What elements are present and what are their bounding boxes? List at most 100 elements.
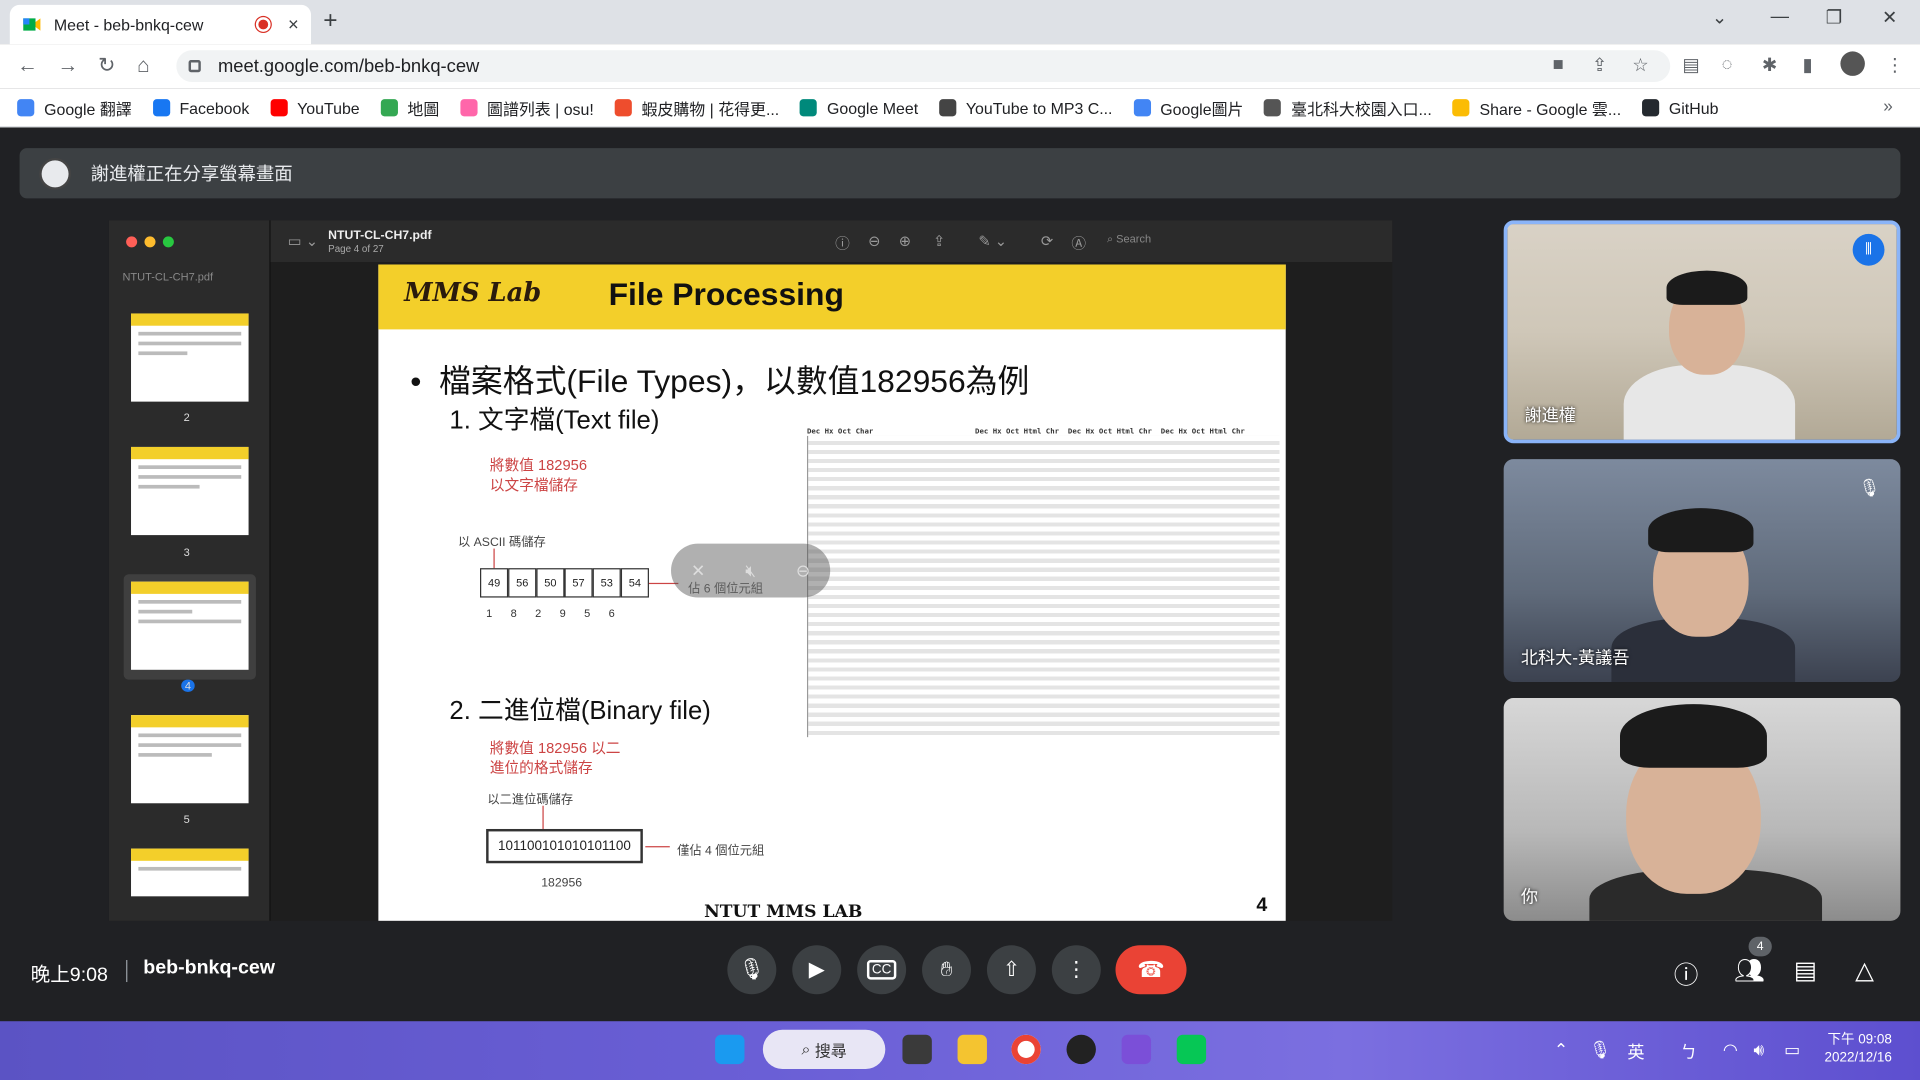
recording-icon [256, 17, 271, 32]
bookmark-favicon-icon [800, 99, 818, 117]
share-icon[interactable]: ⇪ [1592, 54, 1607, 76]
taskbar-time: 下午 09:08 [1827, 1032, 1892, 1047]
page-thumbnail[interactable] [131, 446, 249, 536]
raise-hand-button[interactable]: ✋︎ [922, 945, 972, 995]
mute-icon[interactable]: 🔇︎ [745, 560, 756, 581]
tab-close-icon[interactable]: × [288, 14, 299, 35]
pin-icon[interactable]: ✕ [691, 560, 705, 581]
minimize-icon[interactable]: — [1771, 6, 1789, 27]
home-icon[interactable]: ⌂ [137, 54, 150, 78]
bookmark-item[interactable]: Google圖片 [1133, 96, 1243, 119]
bookmark-item[interactable]: 地圖 [380, 96, 439, 119]
osu-icon[interactable] [1066, 1034, 1096, 1065]
ascii-digits: 1 8 2 9 5 6 [486, 607, 615, 619]
bookmark-item[interactable]: YouTube to MP3 C... [938, 99, 1112, 117]
slide-footer: NTUT MMS LAB [704, 902, 863, 923]
start-icon[interactable] [715, 1034, 745, 1065]
file-explorer-icon[interactable] [957, 1034, 987, 1065]
star-icon[interactable]: ☆ [1632, 54, 1648, 76]
visual-studio-icon[interactable] [1121, 1034, 1152, 1065]
line-icon[interactable] [1176, 1034, 1207, 1065]
bookmark-item[interactable]: 蝦皮購物 | 花得更... [614, 96, 779, 119]
annotate-icon[interactable]: Ⓐ [1071, 233, 1086, 254]
page-thumbnail[interactable] [131, 848, 249, 897]
bookmark-item[interactable]: 臺北科大校園入口... [1264, 96, 1432, 119]
page-thumbnail[interactable] [131, 581, 249, 670]
participant-tile[interactable]: 你 [1503, 697, 1901, 921]
tray-chevron-icon[interactable]: ⌃ [1554, 1040, 1568, 1061]
ime-mode-indicator[interactable]: ㄅ [1680, 1040, 1697, 1064]
back-icon[interactable]: ← [17, 54, 38, 78]
ime-indicator[interactable]: 英 [1627, 1040, 1644, 1064]
minimize-dot-icon [144, 236, 156, 248]
participant-tile[interactable]: 謝進權 [1503, 220, 1901, 444]
taskbar-date: 2022/12/16 [1824, 1050, 1892, 1066]
tab-meet[interactable]: Meet - beb-bnkq-cew × [9, 4, 312, 45]
zoom-in-icon[interactable]: ⊕ [899, 233, 911, 250]
address-bar[interactable]: meet.google.com/beb-bnkq-cew [176, 50, 1671, 83]
bookmark-item[interactable]: Facebook [152, 99, 249, 117]
maximize-icon[interactable]: ❐ [1826, 6, 1842, 28]
tab-search-icon[interactable]: ⌄ [1712, 6, 1727, 28]
remove-icon[interactable]: ⊖ [796, 560, 810, 581]
present-button[interactable]: ⇧ [986, 945, 1036, 995]
volume-icon[interactable]: 🔊︎ [1753, 1040, 1764, 1061]
zoom-out-icon[interactable]: ⊖ [868, 233, 880, 250]
battery-icon[interactable]: ▭ [1784, 1040, 1800, 1061]
more-bookmarks-icon[interactable]: » [1883, 96, 1893, 116]
participant-name: 謝進權 [1524, 405, 1576, 425]
task-view-icon[interactable] [902, 1034, 932, 1065]
markup-icon[interactable]: ✎ ⌄ [978, 233, 1007, 250]
tray-mic-icon[interactable]: 🎙︎ [1589, 1040, 1611, 1061]
bookmark-item[interactable]: 圖譜列表 | osu! [460, 96, 594, 119]
search-field[interactable]: ⌕ Search [1107, 233, 1151, 246]
camera-button[interactable]: ▶ [792, 945, 842, 995]
participant-name: 北科大-黃議吾 [1520, 647, 1630, 668]
slide-page-number: 4 [1256, 895, 1268, 916]
chrome-icon[interactable] [1011, 1034, 1041, 1065]
bookmark-item[interactable]: Share - Google 雲... [1452, 96, 1621, 119]
reader-icon[interactable]: ▤ [1682, 54, 1699, 76]
ascii-cell: 56 [508, 568, 537, 598]
page-thumbnail[interactable] [131, 313, 249, 402]
chat-button[interactable]: ▤ [1794, 955, 1817, 986]
ascii-label: 以 ASCII 碼儲存 [457, 536, 546, 550]
person-hair [1666, 270, 1748, 305]
rotate-icon[interactable]: ⟳ [1041, 233, 1053, 250]
taskbar-clock[interactable]: 下午 09:08 2022/12/16 [1824, 1031, 1891, 1068]
forward-icon[interactable]: → [58, 54, 79, 78]
note-text-file: 將數值 182956 以文字檔儲存 [489, 456, 588, 494]
slide-logo: MMS Lab [404, 276, 542, 308]
bookmark-item[interactable]: YouTube [270, 99, 360, 117]
activities-button[interactable]: △ [1855, 955, 1874, 986]
wifi-icon[interactable]: ◠ [1723, 1040, 1738, 1061]
people-button[interactable]: 👥︎ [1734, 955, 1765, 986]
share-doc-icon[interactable]: ⇪ [933, 233, 945, 250]
puzzle-icon[interactable]: ✱ [1762, 54, 1777, 76]
taskbar-search[interactable]: ⌕ 搜尋 [762, 1029, 886, 1069]
new-tab-button[interactable]: + [323, 7, 337, 35]
extension-icon[interactable]: ◌ [1722, 54, 1733, 75]
camera-icon[interactable]: ■ [1553, 54, 1564, 75]
reload-icon[interactable]: ↻ [98, 54, 115, 78]
bookmark-item[interactable]: GitHub [1641, 99, 1718, 117]
profile-avatar[interactable] [1840, 51, 1865, 76]
leave-call-button[interactable]: ☎︎ [1115, 945, 1187, 995]
sidebar-toggle-icon[interactable]: ▭ ⌄ [288, 233, 318, 250]
bookmark-item[interactable]: Google Meet [800, 99, 918, 117]
participant-tile[interactable]: 北科大-黃議吾 [1503, 459, 1901, 683]
captions-button[interactable]: CC [857, 945, 907, 995]
people-icon: 👥︎ [1733, 957, 1765, 985]
more-options-button[interactable]: ⋮ [1051, 945, 1101, 995]
bookmark-item[interactable]: Google 翻譯 [17, 96, 132, 119]
mic-button[interactable]: 🎙︎ [727, 945, 777, 995]
sidepanel-icon[interactable]: ▮ [1802, 54, 1812, 76]
menu-icon[interactable]: ⋮ [1886, 54, 1904, 76]
page-thumbnail[interactable] [131, 715, 249, 804]
bookmark-favicon-icon [1133, 99, 1151, 117]
hand-icon: ✋︎ [940, 957, 953, 981]
present-icon: ⇧ [1002, 957, 1021, 981]
info-button[interactable]: ⓘ [1674, 955, 1698, 991]
info-icon[interactable]: ⓘ [835, 233, 850, 254]
window-close-icon[interactable]: ✕ [1882, 6, 1897, 28]
